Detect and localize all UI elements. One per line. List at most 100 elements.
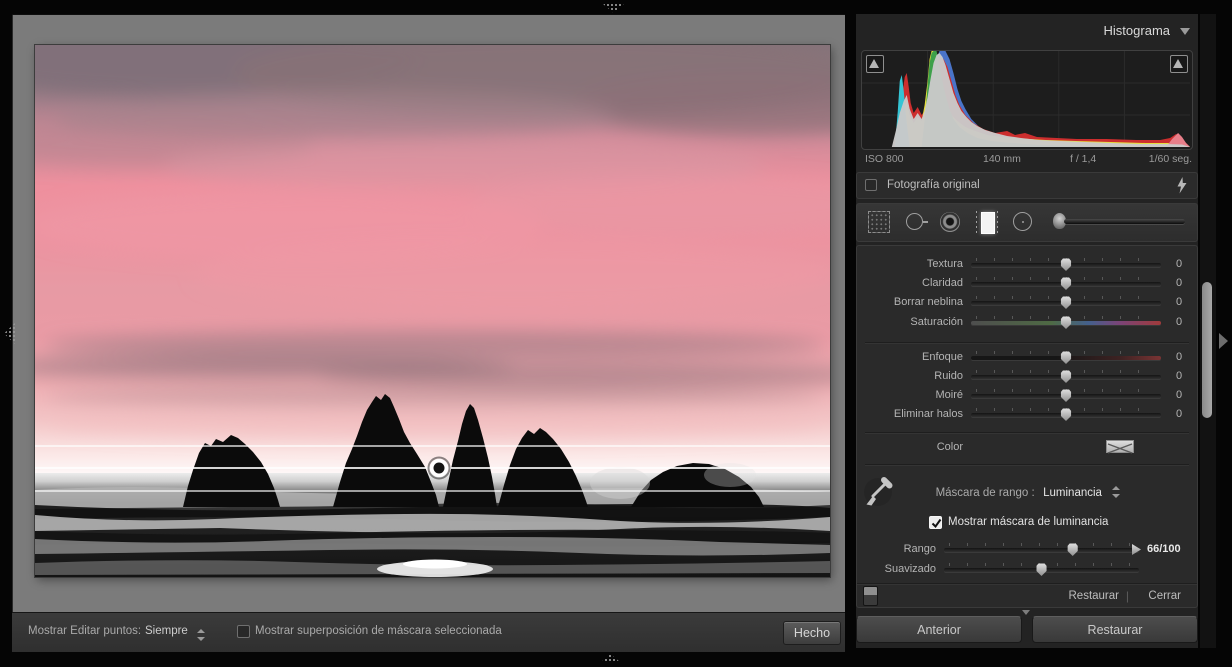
crop-icon[interactable] bbox=[868, 211, 890, 233]
divider bbox=[865, 464, 1189, 465]
slider-saturacion: Saturación 0 bbox=[857, 313, 1197, 332]
lightroom-window: Mostrar Editar puntos: Siempre Mostrar s… bbox=[0, 0, 1232, 667]
slider-thumb[interactable] bbox=[1061, 258, 1072, 271]
brush-handle bbox=[1064, 219, 1185, 224]
show-mask-checkbox[interactable] bbox=[929, 516, 942, 529]
slider-label: Eliminar halos bbox=[857, 408, 963, 420]
spot-removal-icon[interactable] bbox=[906, 211, 928, 233]
tool-strip bbox=[856, 203, 1198, 242]
color-swatch-none-icon[interactable] bbox=[1106, 440, 1134, 453]
exif-iso: ISO 800 bbox=[865, 153, 904, 165]
slider-thumb[interactable] bbox=[1061, 389, 1072, 402]
rango-end-handle[interactable] bbox=[1132, 544, 1141, 555]
slider-thumb[interactable] bbox=[1061, 351, 1072, 364]
bottom-panel-collapse-icon[interactable] bbox=[600, 654, 621, 663]
adjustments-panel: Textura 0 Claridad 0 Borrar neblina 0 Sa… bbox=[856, 245, 1198, 608]
original-photo-label: Fotografía original bbox=[887, 179, 980, 191]
slider-track[interactable] bbox=[971, 315, 1161, 330]
photo-canvas[interactable] bbox=[35, 45, 830, 577]
histogram-collapse-icon[interactable] bbox=[1180, 28, 1190, 35]
panel-end-indicator[interactable] bbox=[1022, 610, 1030, 615]
slider-thumb[interactable] bbox=[1061, 370, 1072, 383]
shadow-clipping-icon[interactable] bbox=[866, 55, 884, 73]
restaurar-button[interactable]: Restaurar bbox=[1032, 616, 1198, 643]
rango-value: 66/100 bbox=[1147, 543, 1193, 555]
histogram-plot bbox=[862, 51, 1190, 147]
graduated-filter-pin[interactable] bbox=[429, 458, 450, 479]
slider-moire: Moiré 0 bbox=[857, 386, 1197, 405]
overlay-label: Mostrar superposición de máscara selecci… bbox=[255, 625, 502, 637]
histogram[interactable] bbox=[861, 50, 1193, 150]
slider-value: 0 bbox=[1165, 408, 1193, 420]
done-button[interactable]: Hecho bbox=[783, 621, 841, 645]
updown-arrows-icon[interactable] bbox=[1112, 486, 1120, 498]
slider-enfoque: Enfoque 0 bbox=[857, 348, 1197, 367]
slider-label: Borrar neblina bbox=[857, 296, 963, 308]
slider-textura: Textura 0 bbox=[857, 255, 1197, 274]
slider-ruido: Ruido 0 bbox=[857, 367, 1197, 386]
scrollbar-thumb[interactable] bbox=[1202, 282, 1212, 418]
suavizado-track[interactable] bbox=[944, 562, 1139, 577]
slider-track[interactable] bbox=[971, 407, 1161, 422]
scrollbar-track[interactable] bbox=[1200, 14, 1216, 648]
cerrar-link[interactable]: Cerrar bbox=[1148, 590, 1181, 602]
slider-value: 0 bbox=[1165, 351, 1193, 363]
slider-track[interactable] bbox=[971, 257, 1161, 272]
updown-arrows-icon[interactable] bbox=[197, 629, 205, 641]
slider-label: Textura bbox=[857, 258, 963, 270]
right-panel: Histograma ISO 800 bbox=[856, 14, 1198, 648]
original-photo-checkbox[interactable] bbox=[865, 179, 877, 191]
rango-thumb[interactable] bbox=[1067, 543, 1078, 556]
restaurar-link[interactable]: Restaurar bbox=[1069, 590, 1120, 602]
slider-borrar-neblina: Borrar neblina 0 bbox=[857, 293, 1197, 312]
slider-thumb[interactable] bbox=[1061, 316, 1072, 329]
slider-value: 0 bbox=[1165, 258, 1193, 270]
red-eye-icon[interactable] bbox=[939, 211, 961, 233]
show-mask-label: Mostrar máscara de luminancia bbox=[948, 516, 1108, 528]
rango-track[interactable] bbox=[944, 542, 1139, 557]
slider-value: 0 bbox=[1165, 316, 1193, 328]
slider-value: 0 bbox=[1165, 296, 1193, 308]
range-mask-row: Máscara de rango : Luminancia bbox=[873, 483, 1183, 501]
top-panel-collapse-icon[interactable] bbox=[602, 3, 625, 13]
overlay-checkbox[interactable] bbox=[237, 625, 250, 638]
right-panel-collapse-icon[interactable] bbox=[1219, 333, 1228, 349]
suavizado-thumb[interactable] bbox=[1036, 563, 1047, 576]
slider-label: Enfoque bbox=[857, 351, 963, 363]
left-panel-collapse-icon[interactable] bbox=[4, 322, 16, 345]
slider-track[interactable] bbox=[971, 369, 1161, 384]
slider-thumb[interactable] bbox=[1061, 296, 1072, 309]
slider-eliminar-halos: Eliminar halos 0 bbox=[857, 405, 1197, 424]
anterior-button[interactable]: Anterior bbox=[856, 616, 1022, 643]
slider-label: Saturación bbox=[857, 316, 963, 328]
photo-image bbox=[35, 45, 830, 577]
slider-track[interactable] bbox=[971, 350, 1161, 365]
exif-focal-length: 140 mm bbox=[983, 153, 1021, 165]
edit-points-dropdown[interactable]: Siempre bbox=[145, 625, 188, 637]
slider-track[interactable] bbox=[971, 276, 1161, 291]
suavizado-label: Suavizado bbox=[857, 563, 936, 575]
slider-value: 0 bbox=[1165, 370, 1193, 382]
slider-claridad: Claridad 0 bbox=[857, 274, 1197, 293]
color-label: Color bbox=[857, 441, 963, 453]
radial-filter-icon[interactable] bbox=[1012, 211, 1034, 233]
range-mask-label: Máscara de rango : bbox=[936, 487, 1035, 499]
panel-toggle-switch[interactable] bbox=[863, 586, 878, 606]
bottom-toolbar: Mostrar Editar puntos: Siempre Mostrar s… bbox=[12, 612, 845, 652]
exif-shutter: 1/60 seg. bbox=[1149, 153, 1192, 165]
histogram-panel-title[interactable]: Histograma bbox=[1104, 23, 1170, 38]
exif-aperture: f / 1,4 bbox=[1070, 153, 1096, 165]
range-mask-dropdown[interactable]: Luminancia bbox=[1043, 487, 1102, 499]
slider-label: Moiré bbox=[857, 389, 963, 401]
graduated-filter-icon[interactable] bbox=[976, 211, 998, 233]
divider bbox=[865, 432, 1189, 433]
highlight-clipping-icon[interactable] bbox=[1170, 55, 1188, 73]
slider-thumb[interactable] bbox=[1061, 277, 1072, 290]
rango-label: Rango bbox=[857, 543, 936, 555]
divider bbox=[865, 342, 1189, 343]
slider-thumb[interactable] bbox=[1061, 408, 1072, 421]
slider-label: Claridad bbox=[857, 277, 963, 289]
slider-track[interactable] bbox=[971, 388, 1161, 403]
slider-track[interactable] bbox=[971, 295, 1161, 310]
flash-icon[interactable] bbox=[1177, 177, 1187, 194]
